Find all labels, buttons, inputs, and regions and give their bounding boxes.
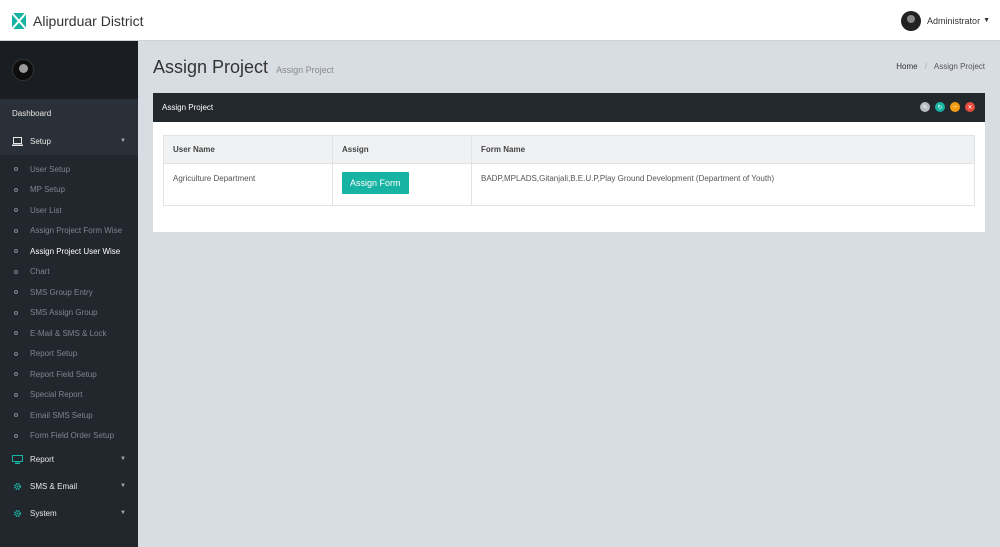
submenu-item-sms-assign-group[interactable]: SMS Assign Group: [0, 303, 138, 324]
cell-assign: Assign Form: [332, 163, 472, 206]
submenu-item-label: Assign Project Form Wise: [30, 226, 123, 236]
submenu-item-label: User List: [30, 205, 62, 215]
sidebar-item-label: Report: [30, 455, 55, 464]
column-header-assign: Assign: [332, 135, 472, 164]
submenu-item-label: Assign Project User Wise: [30, 246, 121, 256]
submenu-item-user-setup[interactable]: User Setup: [0, 159, 138, 180]
submenu-item-label: Email SMS Setup: [30, 410, 93, 420]
submenu-item-email-sms-lock[interactable]: E-Mail & SMS & Lock: [0, 323, 138, 344]
assign-table: User Name Assign Form Name Agriculture D…: [163, 135, 975, 206]
bullet-icon: [14, 413, 18, 418]
submenu-item-label: Special Report: [30, 390, 83, 400]
sidebar-item-report[interactable]: Report ▼: [0, 446, 138, 473]
bullet-icon: [14, 249, 18, 254]
submenu-item-label: Report Field Setup: [30, 369, 97, 379]
submenu-item-report-setup[interactable]: Report Setup: [0, 344, 138, 365]
submenu-item-label: Report Setup: [30, 349, 78, 359]
bullet-icon: [14, 372, 18, 377]
bullet-icon: [14, 269, 18, 274]
bullet-icon: [14, 310, 18, 315]
bullet-icon: [14, 290, 18, 295]
breadcrumb-current: Assign Project: [933, 62, 985, 71]
submenu-item-special-report[interactable]: Special Report: [0, 385, 138, 406]
submenu-item-label: SMS Assign Group: [30, 308, 98, 318]
column-header-form-name: Form Name: [471, 135, 975, 164]
sidebar-item-label: Setup: [30, 137, 51, 146]
panel-title: Assign Project: [162, 103, 214, 112]
avatar: [901, 10, 922, 31]
setup-submenu: User Setup MP Setup User List Assign Pro…: [0, 155, 138, 446]
submenu-item-email-sms-setup[interactable]: Email SMS Setup: [0, 405, 138, 426]
submenu-item-report-field-setup[interactable]: Report Field Setup: [0, 364, 138, 385]
assign-form-button[interactable]: Assign Form: [342, 172, 409, 194]
submenu-item-mp-setup[interactable]: MP Setup: [0, 180, 138, 201]
brand[interactable]: Alipurduar District: [12, 0, 143, 41]
sidebar-item-label: System: [30, 509, 57, 518]
sidebar-item-dashboard[interactable]: Dashboard: [0, 99, 138, 128]
submenu-item-label: E-Mail & SMS & Lock: [30, 328, 107, 338]
panel-header: Assign Project ✎ ↻ – ✕: [153, 93, 985, 122]
sidebar-item-system[interactable]: System ▼: [0, 500, 138, 527]
submenu-item-sms-group-entry[interactable]: SMS Group Entry: [0, 282, 138, 303]
app-logo-icon: [12, 12, 26, 29]
close-icon[interactable]: ✕: [965, 102, 975, 112]
submenu-item-label: MP Setup: [30, 185, 65, 195]
assign-project-panel: Assign Project ✎ ↻ – ✕ User Name Assign …: [153, 93, 985, 232]
gear-icon: [13, 509, 22, 518]
page-title-text: Assign Project: [153, 57, 269, 77]
sidebar-item-sms-email[interactable]: SMS & Email ▼: [0, 473, 138, 500]
sidebar-item-label: SMS & Email: [30, 482, 78, 491]
bullet-icon: [14, 167, 18, 172]
table-row: Agriculture Department Assign Form BADP,…: [163, 163, 975, 206]
bullet-icon: [14, 433, 18, 438]
chevron-down-icon: ▼: [120, 456, 126, 462]
laptop-icon: [12, 137, 23, 146]
breadcrumb: Home / Assign Project: [896, 62, 985, 71]
gear-icon: [13, 482, 22, 491]
chevron-down-icon: ▼: [120, 138, 126, 144]
minimize-icon[interactable]: –: [950, 102, 960, 112]
submenu-item-label: SMS Group Entry: [30, 287, 93, 297]
refresh-icon[interactable]: ↻: [935, 102, 945, 112]
submenu-item-assign-project-user-wise[interactable]: Assign Project User Wise: [0, 241, 138, 262]
page-title: Assign Project Assign Project: [153, 57, 334, 78]
bullet-icon: [14, 228, 18, 233]
panel-tools: ✎ ↻ – ✕: [920, 102, 975, 112]
sidebar: Dashboard Setup ▼ User Setup MP Setup Us…: [0, 41, 138, 547]
submenu-item-label: User Setup: [30, 164, 71, 174]
submenu-item-chart[interactable]: Chart: [0, 262, 138, 283]
table-header-row: User Name Assign Form Name: [163, 135, 975, 164]
top-bar: Alipurduar District Administrator ▼: [0, 0, 1000, 41]
app-title: Alipurduar District: [33, 12, 144, 29]
chevron-down-icon: ▼: [120, 510, 126, 516]
submenu-item-form-field-order-setup[interactable]: Form Field Order Setup: [0, 426, 138, 447]
breadcrumb-separator: /: [924, 62, 928, 71]
submenu-item-label: Form Field Order Setup: [30, 431, 115, 441]
wrench-icon[interactable]: ✎: [920, 102, 930, 112]
page-subtitle: Assign Project: [276, 65, 334, 75]
submenu-item-user-list[interactable]: User List: [0, 200, 138, 221]
bullet-icon: [14, 392, 18, 397]
cell-form-name: BADP,MPLADS,Gitanjali,B.E.U.P,Play Groun…: [471, 163, 975, 206]
submenu-item-assign-project-form-wise[interactable]: Assign Project Form Wise: [0, 221, 138, 242]
sidebar-item-setup[interactable]: Setup ▼: [0, 128, 138, 155]
sidebar-avatar[interactable]: [12, 59, 34, 81]
bullet-icon: [14, 187, 18, 192]
breadcrumb-home-link[interactable]: Home: [896, 62, 917, 71]
user-name: Administrator: [927, 15, 981, 26]
bullet-icon: [14, 208, 18, 213]
monitor-icon: [12, 455, 23, 464]
chevron-down-icon: ▼: [120, 483, 126, 489]
bullet-icon: [14, 351, 18, 356]
caret-down-icon: ▼: [983, 17, 990, 24]
bullet-icon: [14, 331, 18, 336]
sidebar-profile: [0, 41, 138, 99]
submenu-item-label: Chart: [30, 267, 50, 277]
column-header-user-name: User Name: [163, 135, 333, 164]
cell-user-name: Agriculture Department: [163, 163, 333, 206]
user-menu[interactable]: Administrator ▼: [901, 0, 990, 41]
